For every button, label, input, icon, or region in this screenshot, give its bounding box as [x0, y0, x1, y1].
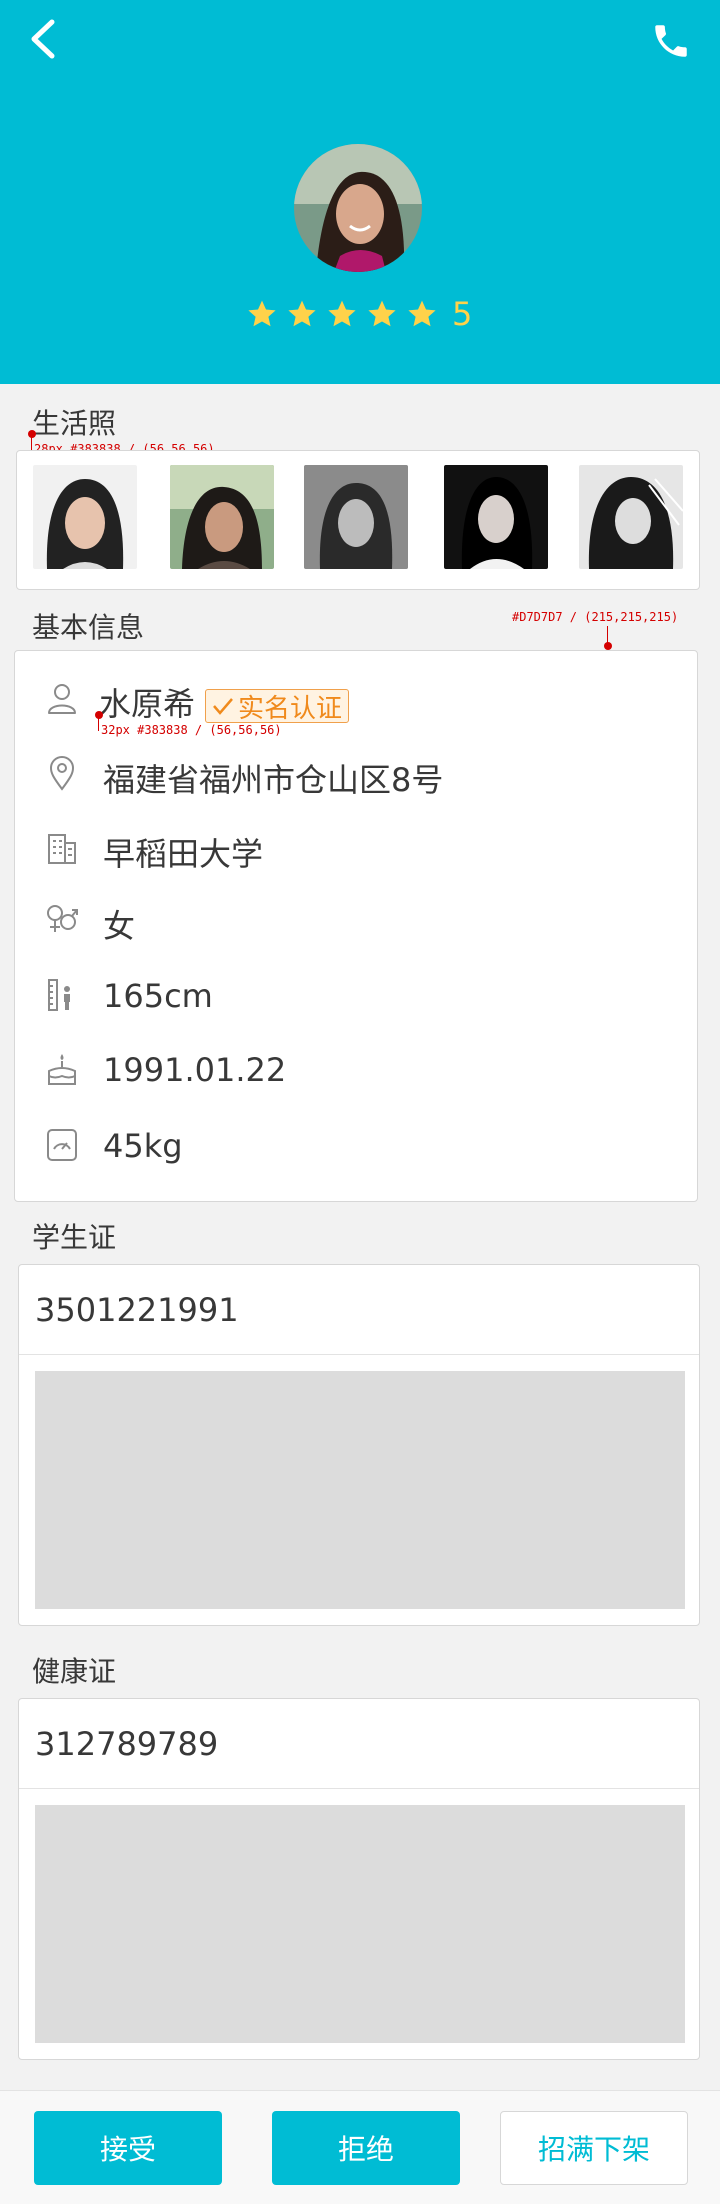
annotation-marker: [28, 430, 36, 438]
weight-scale-icon: [47, 1129, 77, 1161]
name-row: 水原希 实名认证: [99, 679, 350, 725]
health-card-section: 312789789: [18, 1698, 700, 2060]
action-bar: 接受 拒绝 招满下架: [0, 2090, 720, 2204]
check-icon: [213, 698, 233, 715]
health-card-number: 312789789: [19, 1699, 699, 1789]
life-photo[interactable]: [170, 465, 274, 569]
worker-profile-page: 5 生活照 28px #383838 / (56,56,56) 基本信息 #D7…: [0, 0, 720, 2204]
address-text: 福建省福州市仓山区8号: [103, 761, 444, 799]
profile-header: 5: [0, 0, 720, 384]
full-unlist-button[interactable]: 招满下架: [500, 2111, 688, 2185]
birthday-cake-icon: [48, 1054, 76, 1085]
height-ruler-icon: [48, 979, 70, 1011]
birthday-text: 1991.01.22: [103, 1051, 287, 1089]
location-pin-icon: [49, 756, 75, 791]
student-card-title: 学生证: [32, 1221, 117, 1254]
verified-label: 实名认证: [238, 693, 343, 724]
annotation-label: #D7D7D7 / (215,215,215): [512, 610, 679, 624]
star-icon: [288, 300, 316, 327]
star-icon: [328, 300, 356, 327]
star-icon: [248, 300, 276, 327]
life-photos-card: [16, 450, 700, 590]
student-card-image[interactable]: [35, 1371, 685, 1609]
basic-info-card: 水原希 实名认证 32px #383838 / (56,56,56) 福建省福州市…: [14, 650, 698, 1202]
rating-stars: 5: [246, 294, 472, 334]
life-photo[interactable]: [33, 465, 137, 569]
basic-info-title: 基本信息: [32, 611, 145, 644]
building-icon: [48, 834, 76, 864]
star-icon: [408, 300, 436, 327]
avatar: [294, 144, 422, 272]
student-card-section: 3501221991: [18, 1264, 700, 1626]
rating-value: 5: [452, 295, 473, 333]
person-icon: [48, 684, 76, 714]
school-text: 早稻田大学: [103, 835, 264, 873]
worker-name: 水原希: [99, 685, 196, 723]
back-button[interactable]: [26, 18, 62, 60]
life-photos-title: 生活照: [32, 407, 117, 440]
phone-icon: [655, 25, 687, 57]
call-button[interactable]: [650, 20, 692, 62]
accept-button[interactable]: 接受: [34, 2111, 222, 2185]
weight-text: 45kg: [103, 1127, 183, 1165]
gender-icon: [47, 905, 78, 932]
verified-badge: 实名认证: [205, 689, 350, 724]
gender-text: 女: [103, 907, 136, 945]
student-card-number: 3501221991: [19, 1265, 699, 1355]
annotation-marker: [604, 642, 612, 650]
health-card-image[interactable]: [35, 1805, 685, 2043]
height-text: 165cm: [103, 977, 213, 1015]
annotation-marker: [95, 711, 103, 719]
back-arrow-icon: [31, 19, 55, 59]
life-photo[interactable]: [579, 465, 683, 569]
life-photo[interactable]: [444, 465, 548, 569]
life-photo[interactable]: [304, 465, 408, 569]
annotation-line: [98, 717, 99, 731]
star-icon: [368, 300, 396, 327]
annotation-label: 32px #383838 / (56,56,56): [101, 723, 282, 737]
reject-button[interactable]: 拒绝: [272, 2111, 460, 2185]
health-card-title: 健康证: [32, 1655, 117, 1688]
